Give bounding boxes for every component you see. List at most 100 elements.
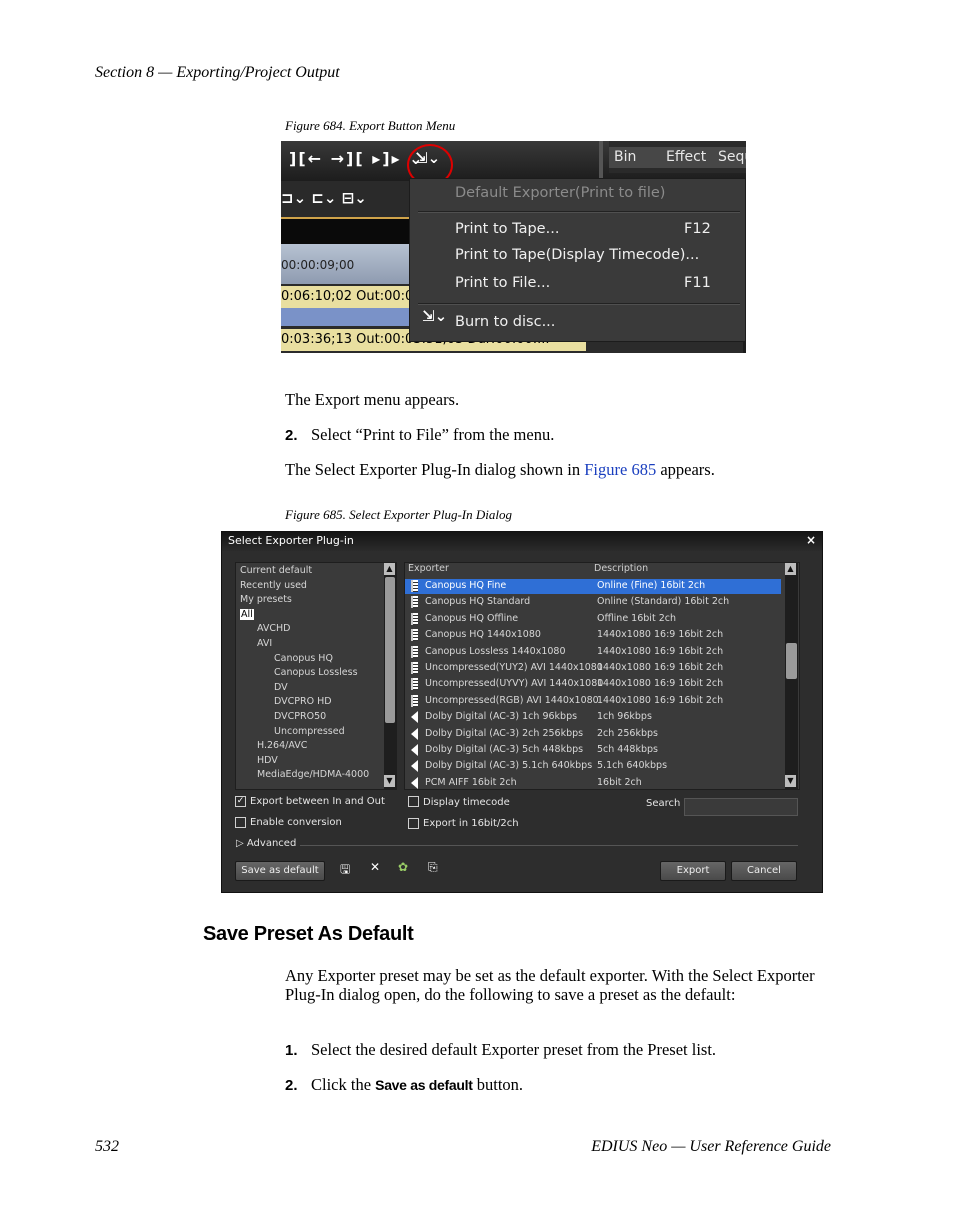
tab-effect[interactable]: Effect <box>661 147 717 168</box>
dialog-titlebar: Select Exporter Plug-in × <box>222 532 822 551</box>
scroll-up-icon[interactable]: ▲ <box>384 563 395 575</box>
tree-item[interactable]: Uncompressed <box>274 726 345 737</box>
tree-item[interactable]: DV <box>274 682 288 693</box>
exporter-name: Uncompressed(UYVY) AVI 1440x1080 <box>425 678 604 690</box>
tree-item[interactable]: All <box>240 608 254 620</box>
row2-icons[interactable]: ⊐⌄ ⊏⌄ ⊟⌄ <box>281 189 367 207</box>
export-button[interactable]: Export <box>660 861 726 881</box>
page-number: 532 <box>95 1138 119 1155</box>
import-icon[interactable]: ✿ <box>398 860 408 874</box>
checkbox-export-between[interactable]: ✓ <box>235 796 246 807</box>
tree-item[interactable]: H.264/AVC <box>257 740 307 751</box>
exporter-row[interactable]: Uncompressed(UYVY) AVI 1440x1080 1440x108… <box>405 677 781 692</box>
exporter-row[interactable]: PCM AIFF 16bit 2ch 16bit 2ch <box>405 776 781 789</box>
step-text: Click the <box>311 1075 376 1094</box>
tree-item[interactable]: MediaEdge/HDMA-4000 <box>257 769 369 780</box>
save-as-default-ref: Save as default <box>375 1077 473 1093</box>
shortcut-f12: F12 <box>684 221 711 237</box>
tree-item[interactable]: Current default <box>240 565 312 576</box>
tree-scrollbar[interactable]: ▲ ▼ <box>384 563 396 789</box>
audio-icon <box>411 711 418 724</box>
step-number: 2. <box>285 1077 298 1094</box>
step-1-select-preset: 1. Select the desired default Exporter pr… <box>285 1040 716 1060</box>
select-exporter-dialog: Select Exporter Plug-in × ▲ ▼ Current de… <box>221 531 823 893</box>
menu-item-print-to-tape-timecode[interactable]: Print to Tape(Display Timecode)... <box>455 247 699 263</box>
tree-item[interactable]: My presets <box>240 594 292 605</box>
step-text: Select “Print to File” from the menu. <box>311 425 555 444</box>
search-label: Search <box>646 798 681 809</box>
section-heading: Save Preset As Default <box>203 923 414 945</box>
exporter-row[interactable]: Dolby Digital (AC-3) 5.1ch 640kbps 5.1ch … <box>405 759 781 774</box>
tree-item[interactable]: DVCPRO HD <box>274 696 332 707</box>
tree-item[interactable]: Canopus Lossless <box>274 667 358 678</box>
exporter-row[interactable]: Canopus HQ 1440x1080 1440x1080 16:9 16bit… <box>405 628 781 643</box>
cancel-button[interactable]: Cancel <box>731 861 797 881</box>
audio-icon <box>411 776 418 789</box>
checkbox-enable-conversion[interactable] <box>235 817 246 828</box>
exporter-row[interactable]: Canopus HQ Fine Online (Fine) 16bit 2ch <box>405 579 781 594</box>
exporter-row[interactable]: Dolby Digital (AC-3) 5ch 448kbps 5ch 448k… <box>405 743 781 758</box>
exporter-name: Canopus HQ Offline <box>425 612 519 624</box>
label-export-16bit: Export in 16bit/2ch <box>423 818 519 829</box>
label-display-timecode: Display timecode <box>423 797 510 808</box>
scroll-up-icon[interactable]: ▲ <box>785 563 796 575</box>
toolbar-row-2: ⊐⌄ ⊏⌄ ⊟⌄ <box>281 181 409 217</box>
exporter-row[interactable]: Canopus HQ Offline Offline 16bit 2ch <box>405 612 781 627</box>
figure-684-caption: Figure 684. Export Button Menu <box>285 118 456 133</box>
tree-item[interactable]: DVCPRO50 <box>274 711 326 722</box>
checkbox-export-16bit[interactable] <box>408 818 419 829</box>
exporter-row[interactable]: Uncompressed(RGB) AVI 1440x1080 1440x1080… <box>405 694 781 709</box>
tree-item[interactable]: AVI <box>257 638 272 649</box>
tree-item[interactable]: AVCHD <box>257 623 290 634</box>
para-export-menu-appears: The Export menu appears. <box>285 390 460 409</box>
tab-sequence[interactable]: Sequ <box>713 147 746 168</box>
scroll-thumb[interactable] <box>786 643 797 679</box>
menu-item-burn-to-disc[interactable]: Burn to disc... <box>455 314 555 330</box>
triangle-right-icon: ▷ <box>236 838 244 849</box>
text: The Select Exporter Plug-In dialog shown… <box>285 460 585 479</box>
exporter-row[interactable]: Uncompressed(YUY2) AVI 1440x1080 1440x108… <box>405 661 781 676</box>
figure-685-link[interactable]: Figure 685 <box>584 460 656 479</box>
label-export-between: Export between In and Out <box>250 796 385 807</box>
step-text: button. <box>472 1075 524 1094</box>
exporter-description: 5ch 448kbps <box>597 744 658 755</box>
list-scrollbar[interactable]: ▲ ▼ <box>785 563 798 789</box>
tab-bin[interactable]: Bin <box>609 147 661 168</box>
advanced-divider <box>300 845 798 846</box>
exporter-name: Uncompressed(YUY2) AVI 1440x1080 <box>425 662 603 673</box>
delete-icon[interactable]: ✕ <box>370 860 380 874</box>
step-number: 2. <box>285 427 298 444</box>
checkbox-display-timecode[interactable] <box>408 796 419 807</box>
step-text: Select the desired default Exporter pres… <box>311 1040 717 1059</box>
save-as-default-button[interactable]: Save as default <box>235 861 325 881</box>
exporter-row[interactable]: Canopus HQ Standard Online (Standard) 16b… <box>405 595 781 610</box>
export-preset-icon[interactable]: ⎘ <box>428 860 438 875</box>
scroll-thumb[interactable] <box>385 577 395 723</box>
exporter-description: 2ch 256kbps <box>597 727 658 739</box>
tree-item[interactable]: Recently used <box>240 580 307 591</box>
tree-item[interactable]: HDV <box>257 755 278 766</box>
exporter-name: Dolby Digital (AC-3) 5ch 448kbps <box>425 744 584 755</box>
close-icon[interactable]: × <box>806 533 816 547</box>
column-header-exporter[interactable]: Exporter <box>408 563 449 574</box>
exporter-description: 1ch 96kbps <box>597 711 652 723</box>
scroll-down-icon[interactable]: ▼ <box>785 775 796 787</box>
exporter-name: PCM AIFF 16bit 2ch <box>425 776 517 788</box>
save-icon[interactable]: 🖫 <box>340 860 350 881</box>
audio-icon <box>411 727 418 740</box>
search-input[interactable] <box>684 798 798 816</box>
exporter-row[interactable]: Dolby Digital (AC-3) 1ch 96kbps 1ch 96kbp… <box>405 710 781 725</box>
tree-item[interactable]: Canopus HQ <box>274 653 333 664</box>
para-any-exporter: Any Exporter preset may be set as the de… <box>285 966 815 1004</box>
scroll-down-icon[interactable]: ▼ <box>384 775 395 787</box>
menu-item-print-to-tape[interactable]: Print to Tape... <box>455 221 559 237</box>
exporter-row[interactable]: Canopus Lossless 1440x1080 1440x1080 16:9… <box>405 645 781 660</box>
exporter-row[interactable]: Dolby Digital (AC-3) 2ch 256kbps 2ch 256k… <box>405 727 781 742</box>
text: appears. <box>656 460 715 479</box>
exporter-description: 16bit 2ch <box>597 776 642 788</box>
advanced-expander[interactable]: ▷ Advanced <box>236 838 296 849</box>
column-header-description[interactable]: Description <box>594 563 648 574</box>
menu-item-print-to-file[interactable]: Print to File... <box>455 275 550 291</box>
exporter-description: 5.1ch 640kbps <box>597 760 668 772</box>
shortcut-f11: F11 <box>684 275 711 291</box>
